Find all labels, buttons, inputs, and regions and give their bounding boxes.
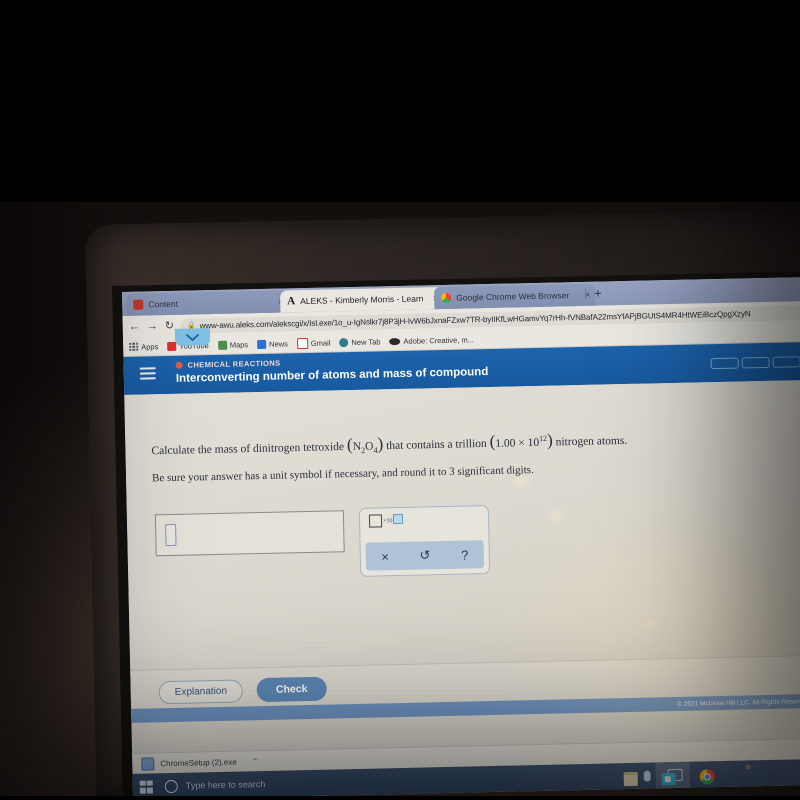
browser-tab-content[interactable]: Content ×: [126, 290, 291, 316]
chrome-taskbar-icon[interactable]: [699, 769, 715, 785]
expand-panel-tab[interactable]: [174, 328, 211, 346]
laptop-screen: Content × A ALEKS - Kimberly Morris - Le…: [122, 276, 800, 800]
page-title: Interconverting number of atoms and mass…: [175, 366, 489, 385]
action-button-row: Explanation Check: [158, 676, 327, 705]
check-button[interactable]: Check: [256, 676, 327, 703]
maps-icon: [217, 340, 227, 350]
bookmark-label: Adobe: Creative, m...: [403, 334, 475, 346]
question-content-area: Calculate the mass of dinitrogen tetroxi…: [124, 379, 800, 723]
download-file-icon: [141, 756, 155, 771]
letterbox-bottom: [0, 796, 800, 800]
search-input[interactable]: Type here to search: [186, 779, 266, 791]
copyright-text: © 2021 McGraw Hill LLC. All Rights Reser…: [677, 697, 800, 708]
scientific-notation-value: (1.00 × 1012): [489, 430, 553, 451]
undo-button[interactable]: ↺: [419, 547, 430, 563]
taskbar-pinned-apps: [623, 769, 715, 787]
new-tab-button[interactable]: +: [594, 286, 602, 301]
bookmark-label: Apps: [141, 341, 159, 352]
question-line-2: Be sure your answer has a unit symbol if…: [151, 464, 534, 485]
globe-icon: [339, 337, 349, 347]
apps-grid-icon: [129, 342, 139, 352]
math-tool-palette: ×10 × ↺ ?: [358, 505, 491, 577]
adobe-icon: [389, 337, 401, 345]
explanation-button[interactable]: Explanation: [158, 678, 244, 704]
chevron-down-icon: [186, 333, 199, 341]
bookmark-apps[interactable]: Apps: [129, 342, 158, 352]
bookmark-new-tab[interactable]: New Tab: [339, 336, 381, 347]
bookmark-news[interactable]: News: [257, 339, 288, 349]
bookmark-label: New Tab: [351, 336, 381, 347]
reload-button[interactable]: ↻: [165, 319, 174, 331]
download-filename[interactable]: ChromeSetup (2).exe: [160, 757, 237, 768]
news-icon: [257, 339, 267, 349]
scientific-notation-button[interactable]: ×10: [368, 513, 404, 528]
progress-segments: [710, 356, 800, 370]
browser-tab-chrome-web-browser[interactable]: Google Chrome Web Browser ×: [433, 283, 596, 310]
forward-button[interactable]: →: [147, 320, 158, 332]
formula-n2o4: (N2O4): [346, 434, 384, 455]
tab-title: Google Chrome Web Browser: [456, 290, 570, 303]
screen-glare-spot: [745, 764, 751, 770]
aleks-a-icon: A: [287, 295, 296, 308]
topic-kicker: CHEMICAL REACTIONS: [175, 358, 281, 370]
bookmark-gmail[interactable]: Gmail: [296, 337, 331, 349]
progress-segment: [772, 356, 800, 368]
placeholder-square-icon: [368, 514, 383, 528]
chrome-icon: [441, 292, 452, 304]
multiply-clear-button[interactable]: ×: [381, 549, 389, 564]
tab-divider: [585, 287, 587, 300]
progress-segment: [710, 357, 739, 370]
question-text-pre: Calculate the mass of dinitrogen tetroxi…: [151, 441, 345, 458]
bookmark-label: News: [269, 338, 288, 349]
palette-button-row: × ↺ ?: [365, 540, 485, 571]
progress-segment: [741, 356, 770, 369]
kicker-label: CHEMICAL REACTIONS: [187, 358, 281, 370]
browser-tab-aleks[interactable]: A ALEKS - Kimberly Morris - Learn ×: [280, 286, 445, 313]
chevron-up-icon[interactable]: ⌃: [252, 757, 259, 766]
bookmark-label: Gmail: [310, 337, 331, 348]
exponent-square-icon: [393, 513, 404, 525]
tab-title: Content: [148, 298, 179, 310]
tab-title: ALEKS - Kimberly Morris - Learn: [300, 293, 424, 307]
bookmark-label: Maps: [229, 339, 249, 350]
question-text-post: nitrogen atoms.: [555, 434, 628, 449]
times-ten-label: ×10: [383, 518, 393, 525]
topic-dot-icon: [175, 361, 183, 369]
back-button[interactable]: ←: [129, 320, 140, 332]
file-explorer-icon[interactable]: [623, 771, 638, 787]
gmail-icon: [296, 337, 308, 349]
help-button[interactable]: ?: [461, 547, 469, 562]
content-icon: [133, 299, 144, 310]
empty-answer-box-icon: [165, 523, 177, 547]
hamburger-menu-icon[interactable]: [139, 367, 156, 382]
cortana-circle-icon[interactable]: [164, 779, 178, 793]
answer-input[interactable]: [154, 510, 345, 557]
question-text-mid: that contains a trillion: [386, 437, 487, 453]
letterbox-top: [0, 0, 800, 202]
bookmark-maps[interactable]: Maps: [217, 339, 249, 350]
camera-app-icon[interactable]: [661, 773, 676, 786]
question-footer: Explanation Check © 2021 McGraw Hill LLC…: [130, 654, 800, 723]
question-line-1: Calculate the mass of dinitrogen tetroxi…: [151, 428, 800, 460]
windows-start-icon[interactable]: [139, 779, 153, 794]
bookmark-adobe[interactable]: Adobe: Creative, m...: [389, 335, 474, 346]
laptop-photo: Content × A ALEKS - Kimberly Morris - Le…: [0, 0, 800, 800]
